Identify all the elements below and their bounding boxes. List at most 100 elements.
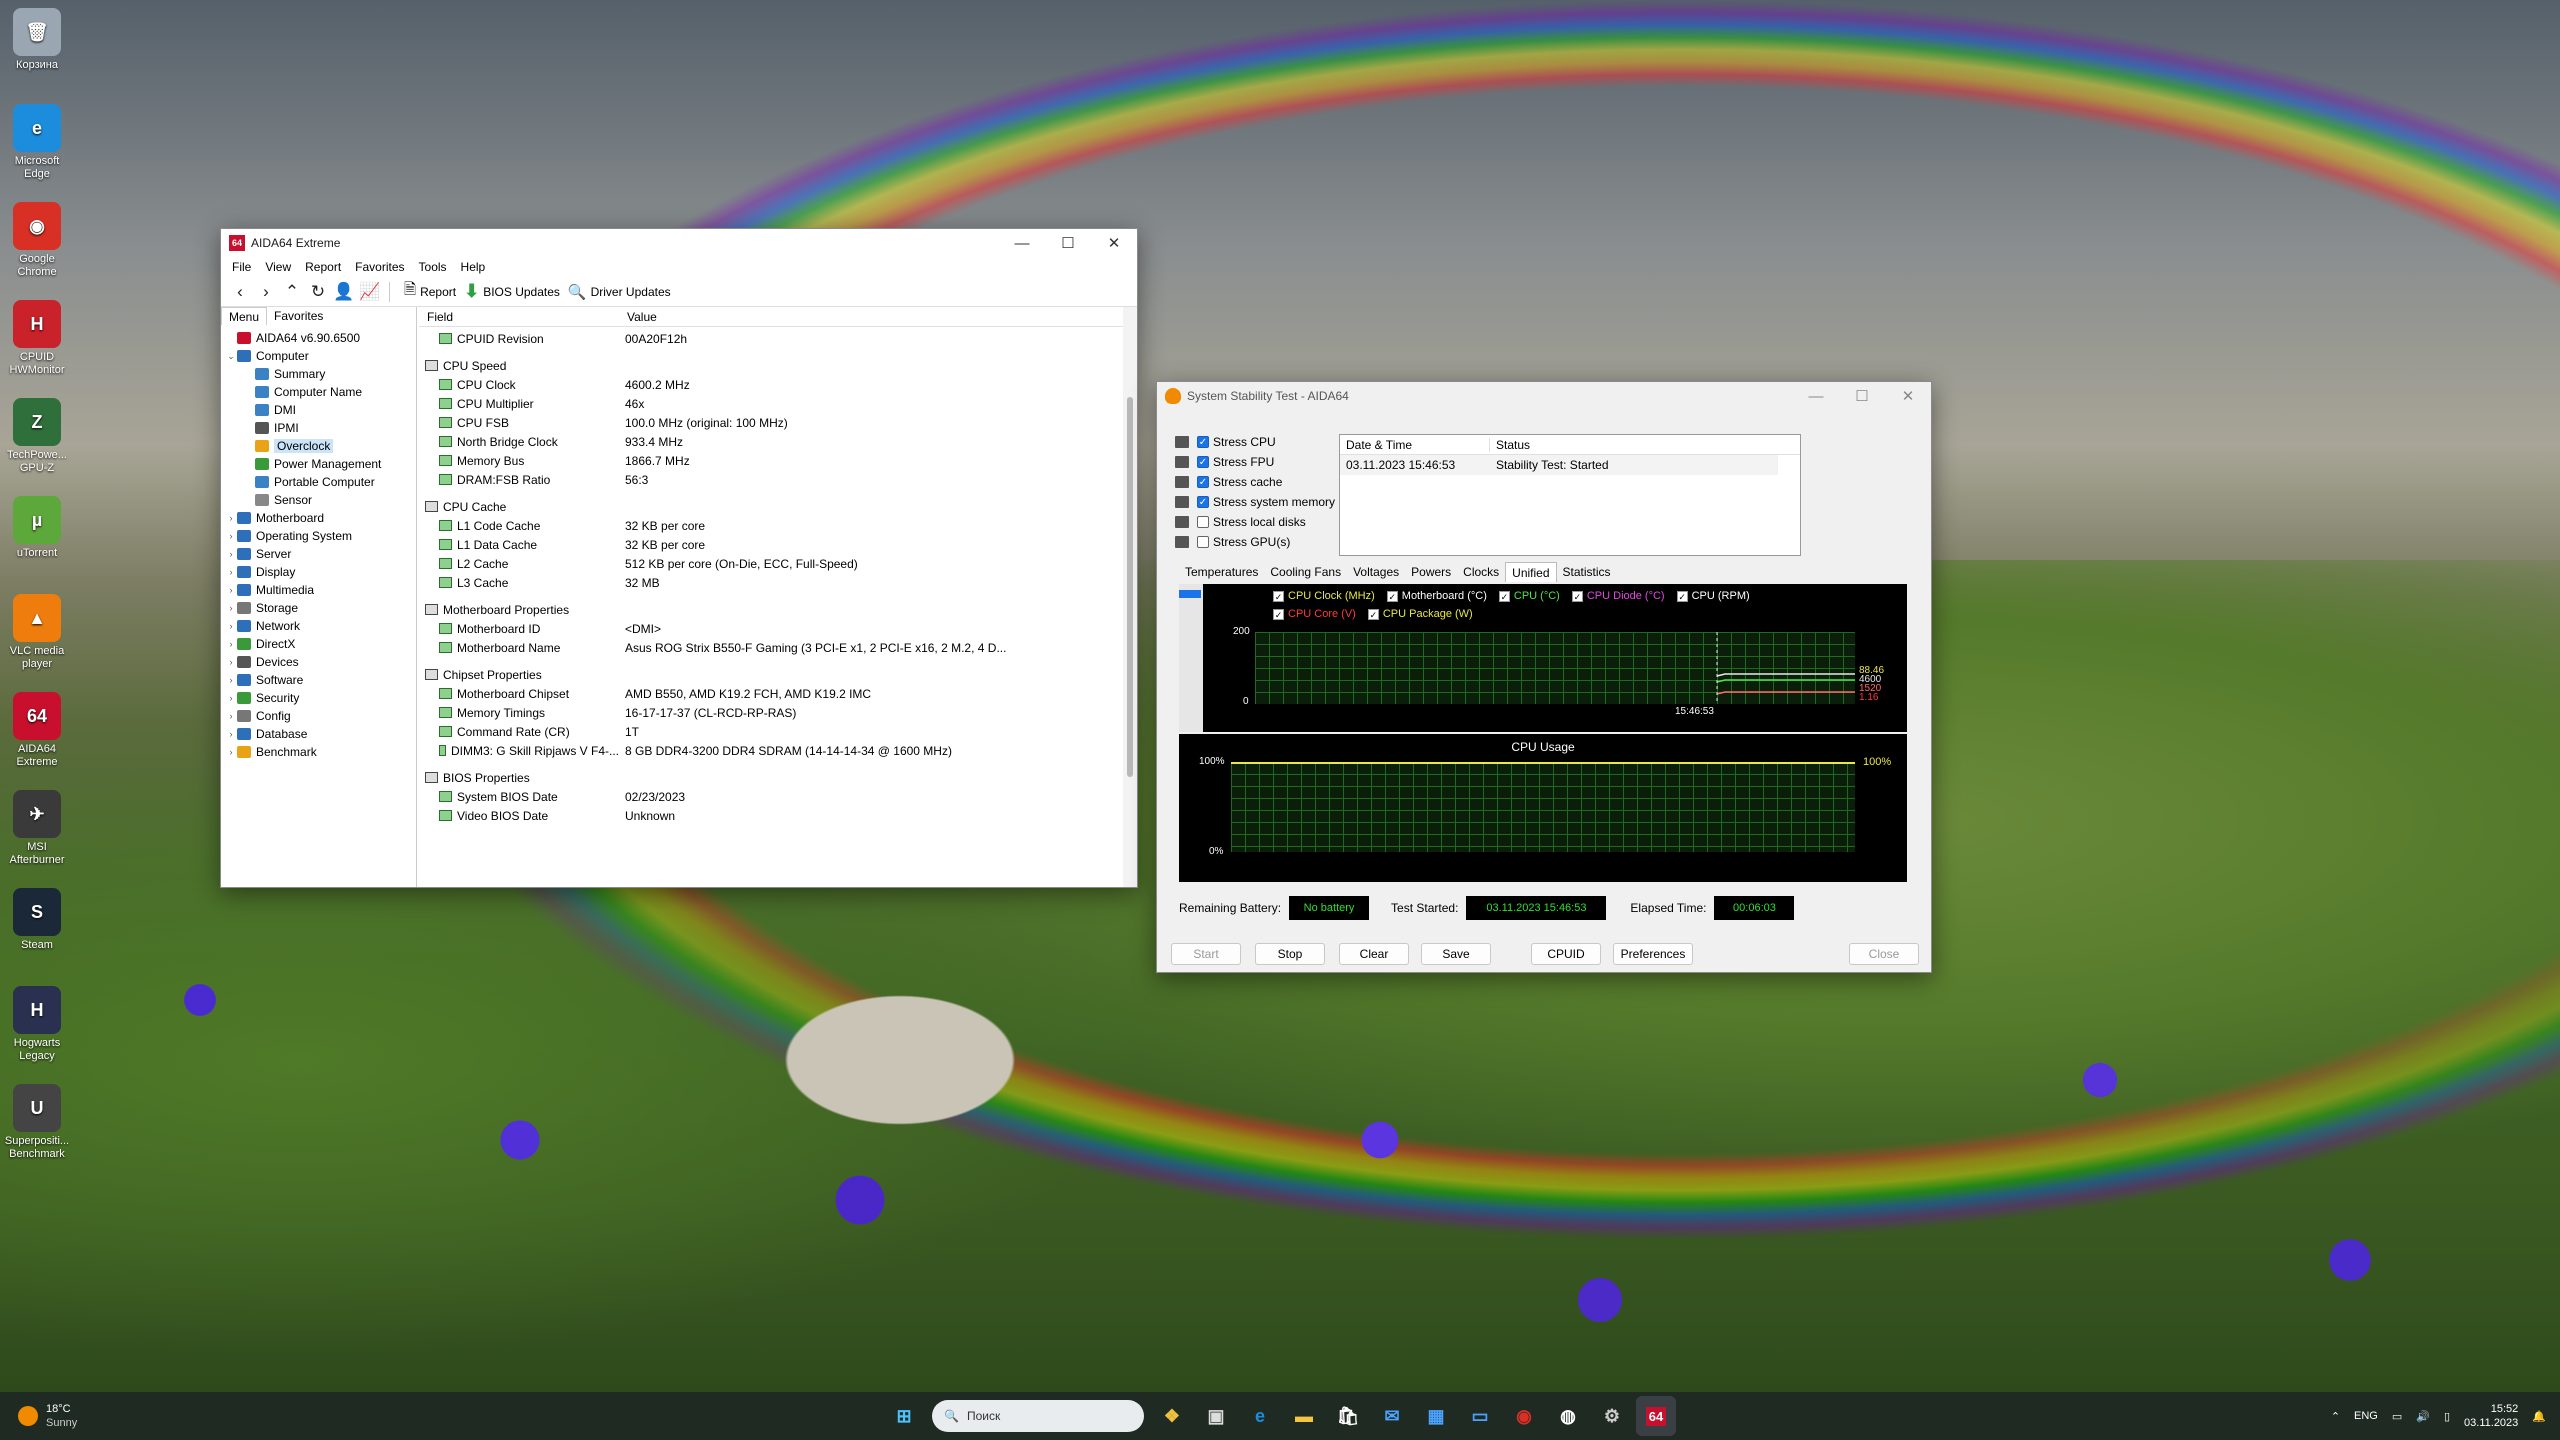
notification-bell-icon[interactable]: 🔔 [2532,1410,2546,1423]
desktop-icon[interactable]: µ uTorrent [4,496,70,560]
legend-item[interactable]: ✓ CPU (°C) [1498,590,1560,602]
legend-checkbox[interactable]: ✓ [1386,590,1398,602]
stress-checkbox[interactable] [1197,516,1209,528]
stability-tab[interactable]: Voltages [1347,565,1405,579]
mail-icon[interactable]: ✉ [1372,1396,1412,1436]
desktop-icon[interactable]: Z TechPowe... GPU-Z [4,398,70,475]
stress-checkbox[interactable]: ✓ [1197,476,1209,488]
start-button[interactable]: Start [1171,943,1241,965]
stability-tab[interactable]: Powers [1405,565,1457,579]
stress-checkbox[interactable]: ✓ [1197,496,1209,508]
stability-tab[interactable]: Statistics [1557,565,1617,579]
bios-updates-button[interactable]: ⬇ BIOS Updates [464,281,560,302]
close-button[interactable]: ✕ [1091,229,1137,257]
list-item[interactable]: L1 Data Cache 32 KB per core [419,535,1123,554]
widgets-icon[interactable]: ❖ [1152,1396,1192,1436]
menu-item[interactable]: Favorites [348,260,411,274]
menu-item[interactable]: Report [298,260,348,274]
refresh-icon[interactable]: ↻ [305,279,331,305]
desktop-icon[interactable]: 🗑 Корзина [4,8,70,72]
list-group-header[interactable]: Motherboard Properties [419,600,1123,619]
tree-expand-icon[interactable]: › [225,747,237,757]
tree-item[interactable]: › Display [221,563,416,581]
list-item[interactable]: System BIOS Date 02/23/2023 [419,787,1123,806]
tree-item[interactable]: › Config [221,707,416,725]
clear-button[interactable]: Clear [1339,943,1409,965]
list-item[interactable]: L3 Cache 32 MB [419,573,1123,592]
tree-item[interactable]: Portable Computer [221,473,416,491]
tree-item[interactable]: › Devices [221,653,416,671]
log-col-date[interactable]: Date & Time [1340,437,1490,452]
stability-tab[interactable]: Unified [1505,562,1557,582]
user-icon[interactable]: 👤 [331,279,357,305]
desktop-icon[interactable]: ▲ VLC media player [4,594,70,671]
maximize-button[interactable]: ☐ [1045,229,1091,257]
legend-checkbox[interactable]: ✓ [1367,608,1379,620]
menu-item[interactable]: View [258,260,298,274]
minimize-button[interactable]: — [999,229,1045,257]
desktop-icon[interactable]: 64 AIDA64 Extreme [4,692,70,769]
tree-item[interactable]: › Multimedia [221,581,416,599]
stability-tab[interactable]: Temperatures [1179,565,1264,579]
tree-expand-icon[interactable]: › [225,693,237,703]
monitor-icon[interactable]: ▭ [1460,1396,1500,1436]
tree-item[interactable]: › Motherboard [221,509,416,527]
tree-item[interactable]: › Security [221,689,416,707]
menu-item[interactable]: Help [454,260,493,274]
tab-menu[interactable]: Menu [221,307,268,325]
tree-expand-icon[interactable]: › [225,675,237,685]
stability-tab[interactable]: Cooling Fans [1264,565,1347,579]
tree-item[interactable]: › Operating System [221,527,416,545]
list-item[interactable]: CPU FSB 100.0 MHz (original: 100 MHz) [419,413,1123,432]
list-item[interactable]: Motherboard Name Asus ROG Strix B550-F Ga… [419,638,1123,657]
column-field[interactable]: Field [419,310,619,324]
store-icon[interactable]: 🛍 [1328,1396,1368,1436]
clock[interactable]: 15:52 03.11.2023 [2464,1402,2518,1430]
tree-expand-icon[interactable]: › [225,567,237,577]
tree-expand-icon[interactable]: › [225,639,237,649]
tree-expand-icon[interactable]: ⌄ [225,351,237,362]
list-item[interactable]: Command Rate (CR) 1T [419,722,1123,741]
stability-tab[interactable]: Clocks [1457,565,1505,579]
stability-titlebar[interactable]: System Stability Test - AIDA64 — ☐ ✕ [1157,382,1931,410]
legend-checkbox[interactable]: ✓ [1498,590,1510,602]
volume-icon[interactable]: 🔊 [2416,1410,2430,1423]
list-item[interactable]: L2 Cache 512 KB per core (On-Die, ECC, Fu… [419,554,1123,573]
list-scrollbar[interactable] [1123,307,1137,887]
legend-checkbox[interactable]: ✓ [1273,608,1284,620]
legend-item[interactable]: ✓ CPU Clock (MHz) [1273,590,1375,602]
tree-expand-icon[interactable]: › [225,711,237,721]
aida64-taskbar-icon[interactable]: 64 [1636,1396,1676,1436]
network-icon[interactable]: ▭ [2392,1410,2402,1423]
steam-icon[interactable]: ◍ [1548,1396,1588,1436]
log-row[interactable]: 03.11.2023 15:46:53 Stability Test: Star… [1340,455,1778,475]
legend-item[interactable]: ✓ CPU Diode (°C) [1571,590,1665,602]
chrome-icon[interactable]: ◉ [1504,1396,1544,1436]
column-value[interactable]: Value [619,310,657,324]
close-dialog-button[interactable]: Close [1849,943,1919,965]
tree-item[interactable]: Summary [221,365,416,383]
tree-item[interactable]: ⌄ Computer [221,347,416,365]
chevron-up-icon[interactable]: ⌃ [2331,1410,2340,1423]
list-group-header[interactable]: BIOS Properties [419,768,1123,787]
tree-expand-icon[interactable]: › [225,603,237,613]
close-button[interactable]: ✕ [1885,382,1931,410]
maximize-button[interactable]: ☐ [1839,382,1885,410]
task-view-icon[interactable]: ▣ [1196,1396,1236,1436]
list-item[interactable]: CPUID Revision 00A20F12h [419,329,1123,348]
tree-item[interactable]: › Server [221,545,416,563]
stress-checkbox[interactable]: ✓ [1197,456,1209,468]
tree-expand-icon[interactable]: › [225,657,237,667]
tree-item[interactable]: Overclock [221,437,416,455]
tree-item[interactable]: › Storage [221,599,416,617]
up-arrow-icon[interactable]: ⌃ [279,279,305,305]
menu-item[interactable]: File [225,260,258,274]
list-item[interactable]: DIMM3: G Skill Ripjaws V F4-... 8 GB DDR4… [419,741,1123,760]
list-item[interactable]: North Bridge Clock 933.4 MHz [419,432,1123,451]
preferences-button[interactable]: Preferences [1613,943,1693,965]
list-item[interactable]: CPU Multiplier 46x [419,394,1123,413]
start-icon[interactable]: ⊞ [884,1396,924,1436]
desktop-icon[interactable]: S Steam [4,888,70,952]
battery-icon[interactable]: ▯ [2444,1410,2450,1423]
tree-item[interactable]: › Database [221,725,416,743]
